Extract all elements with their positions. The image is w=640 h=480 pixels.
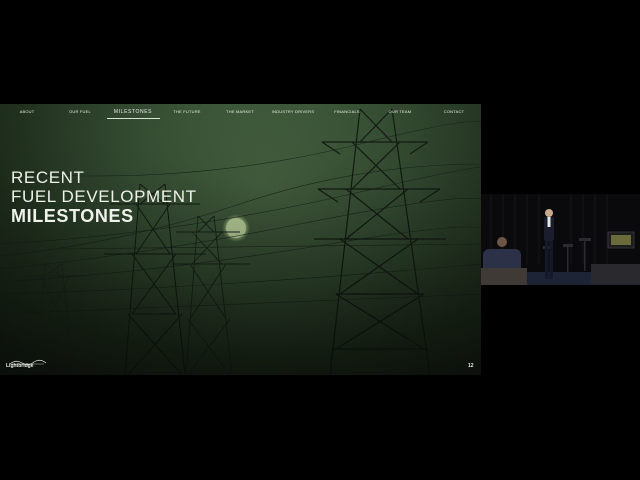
nav-item-the-market[interactable]: THE MARKET [226,109,254,114]
nav-item-industry-drivers[interactable]: INDUSTRY DRIVERS [272,109,314,114]
power-lines-background [0,104,481,375]
nav-item-financials[interactable]: FINANCIALS [334,109,360,114]
speaker-video-feed [481,194,640,285]
presentation-slide: ABOUT OUR FUEL MILESTONES THE FUTURE THE… [0,104,481,375]
slide-title-line-1: RECENT [11,168,85,187]
nav-item-our-fuel[interactable]: OUR FUEL [69,109,91,114]
slide-page-number: 12 [468,363,474,369]
active-nav-underline [107,118,160,119]
speaker-scene [481,194,640,285]
slide-title-line-2: FUEL DEVELOPMENT [11,187,197,206]
slide-nav-bar: ABOUT OUR FUEL MILESTONES THE FUTURE THE… [0,104,481,121]
nav-item-contact[interactable]: CONTACT [444,109,464,114]
nav-item-our-team[interactable]: OUR TEAM [389,109,412,114]
nav-item-the-future[interactable]: THE FUTURE [173,109,200,114]
brand-name: Lightbridge [6,363,34,369]
nav-item-milestones[interactable]: MILESTONES [114,109,152,115]
nav-item-about[interactable]: ABOUT [20,109,35,114]
slide-title-line-3: MILESTONES [11,206,134,226]
